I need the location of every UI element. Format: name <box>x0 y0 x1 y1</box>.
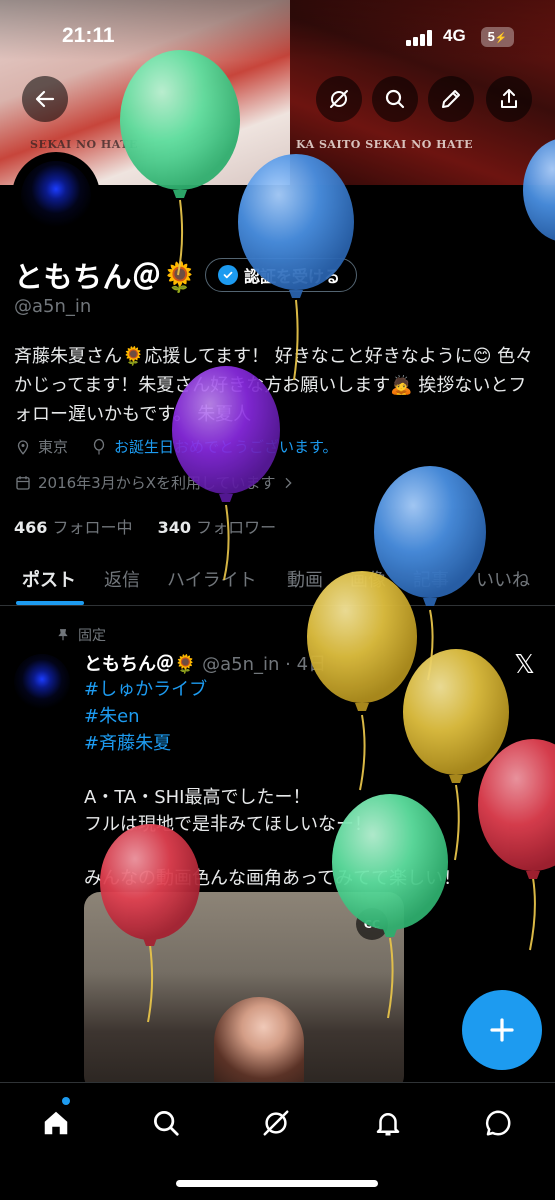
share-icon <box>501 89 517 108</box>
messages-icon <box>485 1110 511 1136</box>
verified-badge-icon <box>218 265 238 285</box>
location-pin-icon <box>17 439 29 455</box>
follow-stats: 466 フォロー中 340 フォロワー <box>14 514 276 538</box>
captions-button[interactable]: CC <box>356 908 388 940</box>
battery-icon: 5⚡ <box>481 27 514 47</box>
profile-avatar[interactable] <box>12 152 100 240</box>
signal-icon <box>406 30 434 46</box>
post-line: フルは現地で是非みてほしいなー！ <box>84 814 372 835</box>
grok-icon <box>263 1110 289 1136</box>
nav-notifications[interactable] <box>368 1103 408 1143</box>
profile-tabs: ポスト 返信 ハイライト 動画 画像 記事 いいね <box>0 556 555 606</box>
get-verified-button[interactable]: 認証を受ける <box>205 258 358 292</box>
following-count: 466 <box>14 518 48 537</box>
pin-icon <box>58 629 68 641</box>
tab-replies[interactable]: 返信 <box>104 566 140 592</box>
post-text: #しゅかライブ #朱en #斉藤朱夏 A・TA・SHI最高でしたー！ フルは現地… <box>84 676 544 892</box>
battery-level: 5 <box>487 29 495 44</box>
video-thumbnail-person <box>214 997 304 1092</box>
post-line: みんなの動画色んな画角あってみてて楽しい！ <box>84 868 462 889</box>
nav-search[interactable] <box>146 1103 186 1143</box>
nav-messages[interactable] <box>478 1103 518 1143</box>
search-icon <box>154 1111 179 1136</box>
get-verified-label: 認証を受ける <box>244 267 341 286</box>
location-row: 東京 お誕生日おめでとうございます。 <box>14 436 338 457</box>
calendar-icon <box>16 475 30 490</box>
grok-icon <box>330 90 348 108</box>
post-avatar[interactable] <box>14 654 70 710</box>
edit-button[interactable] <box>428 76 474 122</box>
birthday-link[interactable]: お誕生日おめでとうございます。 <box>114 436 338 457</box>
location-text: 東京 <box>38 438 69 456</box>
balloon-icon <box>93 438 105 454</box>
tab-articles[interactable]: 記事 <box>413 566 449 592</box>
back-arrow-icon <box>35 90 55 108</box>
joined-text: 2016年3月からXを利用しています <box>38 474 276 492</box>
status-bar: 21:11 4G 5⚡ <box>0 22 555 56</box>
followers-label: フォロワー <box>196 518 277 537</box>
active-tab-indicator <box>16 601 84 605</box>
tab-highlights[interactable]: ハイライト <box>167 566 257 592</box>
joined-row[interactable]: 2016年3月からXを利用しています <box>14 472 302 493</box>
jellyfish-image <box>21 161 91 231</box>
hashtag-link[interactable]: #朱en <box>84 703 544 730</box>
tab-videos[interactable]: 動画 <box>287 566 323 592</box>
followers-count: 340 <box>157 518 192 537</box>
home-icon <box>44 1111 68 1135</box>
profile-bio: 斉藤朱夏さん🌻応援してます！ 好きなこと好きなように😊 色々かじってます！朱夏さ… <box>14 346 534 425</box>
display-name: ともちん＠🌻 <box>14 260 199 294</box>
followers-link[interactable]: 340 フォロワー <box>158 518 277 537</box>
post-author-name[interactable]: ともちん＠🌻 <box>84 654 196 675</box>
search-button[interactable] <box>372 76 418 122</box>
grok-button[interactable] <box>316 76 362 122</box>
profile-handle: @a5n_in <box>14 296 92 317</box>
share-button[interactable] <box>486 76 532 122</box>
tab-images[interactable]: 画像 <box>350 566 386 592</box>
pinned-indicator: 固定 <box>56 625 106 645</box>
back-button[interactable] <box>22 76 68 122</box>
banner-text-left: SEKAI NO HATE <box>30 138 138 151</box>
tab-likes[interactable]: いいね <box>476 566 530 592</box>
nav-home[interactable] <box>36 1103 76 1143</box>
hashtag-link[interactable]: #しゅかライブ <box>84 676 544 703</box>
notifications-icon <box>376 1113 400 1136</box>
post-line: A・TA・SHI最高でしたー！ <box>84 787 311 808</box>
banner-text-right: KA SAITO SEKAI NO HATE <box>296 138 474 151</box>
chevron-right-icon <box>285 477 292 488</box>
nav-grok[interactable] <box>256 1103 296 1143</box>
compose-button[interactable] <box>462 990 542 1070</box>
hashtag-link[interactable]: #斉藤朱夏 <box>84 730 544 757</box>
post-handle-time: @a5n_in · 4日 <box>202 654 327 675</box>
edit-icon <box>442 90 460 108</box>
following-link[interactable]: 466 フォロー中 <box>14 518 133 537</box>
home-indicator <box>176 1180 378 1187</box>
following-label: フォロー中 <box>52 518 133 537</box>
clock: 21:11 <box>62 24 115 47</box>
pinned-label: 固定 <box>78 628 106 644</box>
network-type: 4G <box>443 26 466 45</box>
tab-posts[interactable]: ポスト <box>22 566 76 592</box>
search-icon <box>385 89 405 109</box>
plus-icon <box>490 1018 514 1042</box>
notification-dot <box>62 1097 70 1105</box>
post-header: ともちん＠🌻 @a5n_in · 4日 <box>84 650 326 676</box>
